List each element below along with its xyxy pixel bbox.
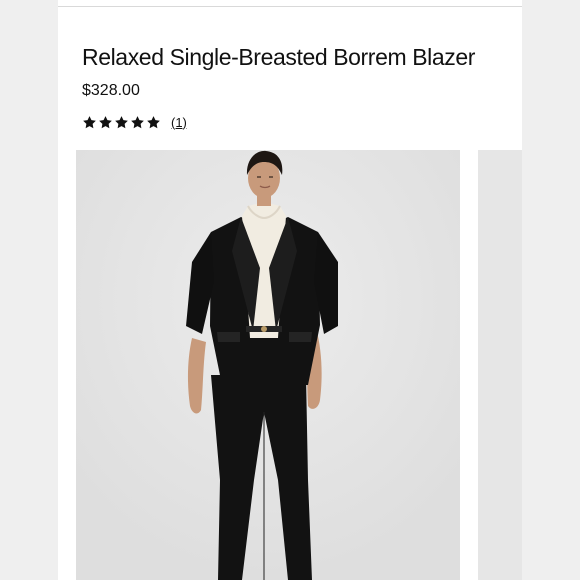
product-price: $328.00: [82, 82, 140, 99]
rating-row: (1): [82, 112, 187, 132]
star-icon: [131, 115, 144, 128]
star-icon: [99, 115, 112, 128]
next-product-image[interactable]: [478, 150, 522, 580]
product-title: Relaxed Single-Breasted Borrem Blazer: [82, 44, 476, 70]
model-photo: [76, 150, 460, 580]
product-page: Relaxed Single-Breasted Borrem Blazer $3…: [58, 0, 522, 580]
star-rating: [82, 115, 161, 130]
header-divider: [58, 6, 522, 7]
star-icon: [147, 115, 160, 128]
review-count-link[interactable]: (1): [171, 115, 187, 130]
screenshot-frame: Relaxed Single-Breasted Borrem Blazer $3…: [0, 0, 580, 580]
star-icon: [115, 115, 128, 128]
star-icon: [83, 115, 96, 128]
main-product-image[interactable]: [76, 150, 460, 580]
